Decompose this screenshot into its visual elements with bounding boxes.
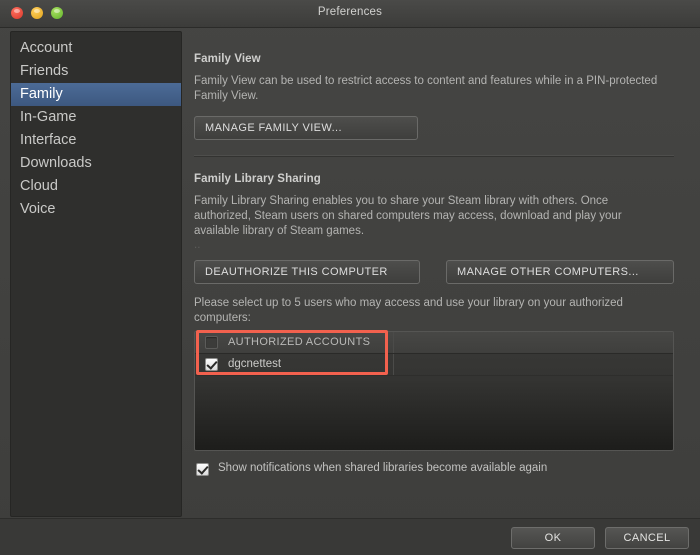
table-row[interactable]: dgcnettest xyxy=(195,354,673,376)
sidebar-item-label: Friends xyxy=(20,63,69,79)
family-library-sharing-description: Family Library Sharing enables you to sh… xyxy=(194,195,622,237)
sidebar-item-label: Cloud xyxy=(20,178,58,194)
preferences-sidebar: Account Friends Family In-Game Interface… xyxy=(10,31,182,517)
authorized-accounts-header-row[interactable]: AUTHORIZED ACCOUNTS xyxy=(195,332,673,354)
preferences-window: Preferences Account Friends Family In-Ga… xyxy=(0,0,700,555)
cancel-button[interactable]: CANCEL xyxy=(605,527,689,549)
sidebar-item-cloud[interactable]: Cloud xyxy=(11,175,181,198)
sidebar-item-friends[interactable]: Friends xyxy=(11,60,181,83)
window-titlebar: Preferences xyxy=(0,0,700,28)
manage-family-view-button[interactable]: MANAGE FAMILY VIEW... xyxy=(194,116,418,140)
sidebar-item-label: Downloads xyxy=(20,155,92,171)
sidebar-item-account[interactable]: Account xyxy=(11,37,181,60)
family-view-description: Family View can be used to restrict acce… xyxy=(194,75,658,102)
authorized-accounts-listbox[interactable]: AUTHORIZED ACCOUNTS dgcnettest xyxy=(194,331,674,451)
sidebar-item-label: In-Game xyxy=(20,109,77,125)
sidebar-item-family[interactable]: Family xyxy=(11,83,181,106)
sidebar-item-label: Family xyxy=(20,86,63,102)
sidebar-item-label: Interface xyxy=(20,132,77,148)
window-title: Preferences xyxy=(317,6,383,18)
family-library-sharing-heading: Family Library Sharing xyxy=(194,173,321,185)
deauthorize-this-computer-button[interactable]: DEAUTHORIZE THIS COMPUTER xyxy=(194,260,420,284)
account-name-label: dgcnettest xyxy=(228,358,282,370)
section-divider xyxy=(194,155,674,157)
family-view-heading: Family View xyxy=(194,53,261,65)
select-all-checkbox[interactable] xyxy=(205,336,218,349)
sidebar-item-downloads[interactable]: Downloads xyxy=(11,152,181,175)
ok-button[interactable]: OK xyxy=(511,527,595,549)
preferences-content: Family View Family View can be used to r… xyxy=(186,31,690,515)
family-library-sharing-extra-line: .. xyxy=(194,239,201,251)
select-users-prompt: Please select up to 5 users who may acce… xyxy=(194,297,623,324)
manage-other-computers-button[interactable]: MANAGE OTHER COMPUTERS... xyxy=(446,260,674,284)
sidebar-item-in-game[interactable]: In-Game xyxy=(11,106,181,129)
sidebar-item-label: Voice xyxy=(20,201,56,217)
column-divider xyxy=(393,332,394,353)
authorized-accounts-column-header: AUTHORIZED ACCOUNTS xyxy=(228,336,371,348)
sidebar-item-interface[interactable]: Interface xyxy=(11,129,181,152)
show-notifications-label: Show notifications when shared libraries… xyxy=(218,462,548,474)
show-notifications-checkbox[interactable] xyxy=(196,463,209,476)
account-checkbox-dgcnettest[interactable] xyxy=(205,358,218,371)
column-divider xyxy=(393,354,394,375)
sidebar-item-label: Account xyxy=(20,40,73,56)
sidebar-item-voice[interactable]: Voice xyxy=(11,198,181,221)
dialog-button-bar: OK CANCEL xyxy=(0,518,700,555)
